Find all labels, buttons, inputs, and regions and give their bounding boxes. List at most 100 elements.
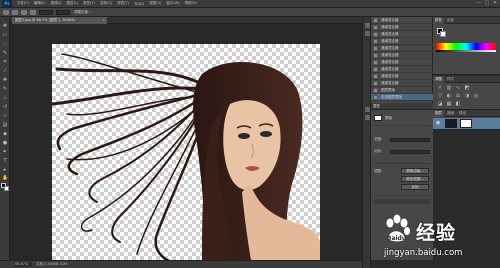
layer-mask-thumbnail[interactable] [460,119,472,128]
tab-styles[interactable]: 样式 [445,76,456,83]
invert-button[interactable]: 反相 [401,184,429,190]
feather-slider[interactable] [390,149,430,154]
minimize-button[interactable]: — [476,1,482,6]
sample-all-field[interactable] [56,9,70,15]
density-label: 浓度: [374,137,383,141]
baidu-jingyan-watermark: Baidu 经验 jingyan.baidu.com [372,210,498,266]
brush-size-field[interactable] [39,9,53,15]
mask-edge-button[interactable]: 蒙版边缘... [401,168,429,174]
eraser-tool-icon[interactable]: ▱ [2,113,8,119]
history-step-icon [373,59,378,65]
lasso-tool-icon[interactable]: ◌ [2,41,8,47]
history-item[interactable]: 通道混合器 [371,52,433,59]
color-balance-icon[interactable]: ⚖ [455,94,461,99]
photo-filter-icon[interactable]: ◎ [473,94,479,99]
healing-brush-icon[interactable]: ✚ [2,77,8,83]
close-tab-icon[interactable]: × [102,17,105,24]
quick-select-tool-icon[interactable]: ✎ [2,50,8,56]
photoshop-logo: Ps [2,0,12,7]
watermark-title: 经验 [416,222,457,244]
properties-panel-icon[interactable] [365,107,370,112]
history-item[interactable]: 通道混合器 [371,17,433,24]
brightness-icon[interactable]: ☼ [437,86,443,91]
history-item-active[interactable]: 应用图层蒙版 [371,94,433,101]
levels-icon[interactable]: ▥ [446,86,452,91]
posterize-icon[interactable]: ▦ [446,102,452,107]
hue-saturation-icon[interactable]: ◐ [446,94,452,99]
menu-view[interactable]: 视图(V) [149,1,161,6]
actions-panel-icon[interactable] [365,31,370,36]
grayscale-ramp[interactable] [436,50,496,52]
close-button[interactable]: ✕ [492,1,498,6]
menu-layer[interactable]: 图层(L) [66,1,78,6]
info-panel-icon[interactable] [365,115,370,120]
tab-layers[interactable]: 图层 [433,110,444,117]
add-selection-icon[interactable] [21,9,27,15]
tab-swatches[interactable]: 色板 [445,17,456,24]
refine-edge-button[interactable]: 调整边缘... [74,10,91,15]
maximize-button[interactable]: □ [484,1,490,6]
move-tool-icon[interactable]: ✥ [2,23,8,29]
tab-adjustments[interactable]: 调整 [433,76,444,83]
history-step-icon [373,31,378,37]
history-item[interactable]: 图层蒙版 [371,87,433,94]
subtract-selection-icon[interactable] [30,9,36,15]
history-panel-icon[interactable] [365,23,370,28]
invert-icon[interactable]: ◪ [437,102,443,107]
new-selection-icon[interactable] [12,9,18,15]
history-item[interactable]: 通道混合器 [371,24,433,31]
marquee-tool-icon[interactable]: ▭ [2,32,8,38]
path-select-icon[interactable]: ▸ [2,167,8,173]
visibility-eye-icon[interactable]: ◉ [436,120,440,126]
gradient-tool-icon[interactable]: ▤ [2,122,8,128]
curves-icon[interactable]: ∿ [455,86,461,91]
menu-file[interactable]: 文件(F) [17,1,29,6]
tab-paths[interactable]: 路径 [457,110,468,117]
history-item[interactable]: 通道混合器 [371,45,433,52]
dodge-tool-icon[interactable]: ● [2,140,8,146]
history-item[interactable]: 通道混合器 [371,66,433,73]
layer-row-selected[interactable]: ◉ [433,118,500,129]
hand-tool-icon[interactable]: ✋ [2,175,8,181]
density-row: 浓度: [374,137,430,142]
document-tab[interactable]: 图层1.jpg @ 66.7% (图层 1, RGB/8) × [12,17,107,24]
tool-preset-icon[interactable] [3,9,9,15]
zoom-level[interactable]: 66.67% [14,262,32,267]
history-item[interactable]: 通道混合器 [371,59,433,66]
vibrance-icon[interactable]: ▽ [437,94,443,99]
options-bar: 调整边缘... [0,8,500,17]
history-brush-icon[interactable]: ↺ [2,104,8,110]
menu-help[interactable]: 帮助(H) [185,1,197,6]
black-white-icon[interactable]: ◑ [464,94,470,99]
blur-tool-icon[interactable]: ◆ [2,131,8,137]
document-canvas[interactable] [52,44,320,266]
menu-image[interactable]: 图像(I) [51,1,62,6]
history-item[interactable]: 通道混合器 [371,80,433,87]
menu-edit[interactable]: 编辑(E) [34,1,46,6]
history-item[interactable]: 通道混合器 [371,73,433,80]
pen-tool-icon[interactable]: ✒ [2,149,8,155]
menu-filter[interactable]: 滤镜(T) [117,1,129,6]
menu-select[interactable]: 选择(S) [100,1,112,6]
clone-stamp-icon[interactable]: ⊥ [2,95,8,101]
color-background-chip[interactable] [440,31,446,37]
menu-3d[interactable]: 3D(D) [134,2,144,6]
menu-type[interactable]: 类型(Y) [83,1,95,6]
color-range-button[interactable]: 颜色范围... [401,176,429,182]
exposure-icon[interactable]: ◩ [464,86,470,91]
eyedropper-tool-icon[interactable]: ⁄ [2,68,8,74]
crop-tool-icon[interactable]: ⌗ [2,59,8,65]
threshold-icon[interactable]: ◧ [455,102,461,107]
background-color-swatch[interactable] [4,186,9,191]
density-slider[interactable] [390,137,430,142]
tab-channels[interactable]: 通道 [445,110,456,117]
history-item[interactable]: 通道混合器 [371,38,433,45]
history-item[interactable]: 通道混合器 [371,31,433,38]
type-tool-icon[interactable]: T [2,158,8,164]
brush-tool-icon[interactable]: ✎ [2,86,8,92]
color-spectrum[interactable] [436,43,496,50]
history-step-icon [373,52,378,58]
layer-thumbnail [445,119,457,128]
tab-color[interactable]: 颜色 [433,17,444,24]
menu-window[interactable]: 窗口(W) [166,1,179,6]
